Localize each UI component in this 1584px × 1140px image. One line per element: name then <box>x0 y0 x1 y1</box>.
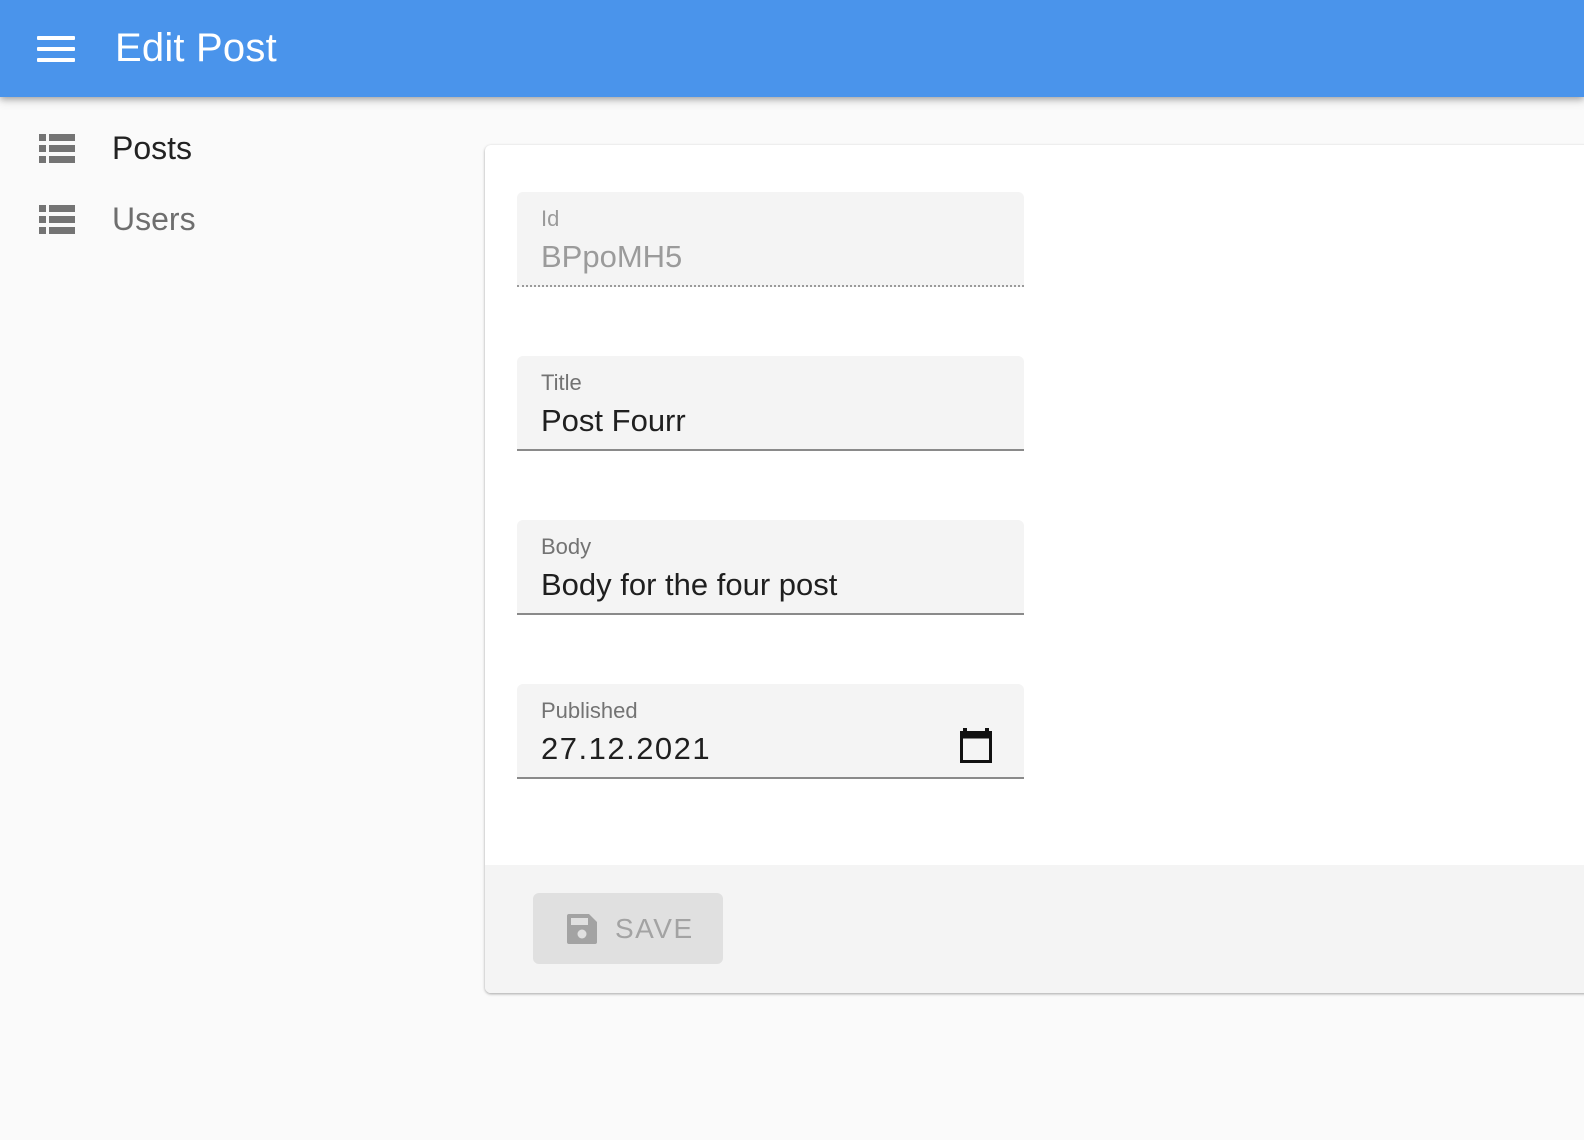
form-toolbar: SAVE <box>485 865 1584 993</box>
published-field-label: Published <box>541 698 638 723</box>
published-field[interactable]: Published <box>517 684 1024 779</box>
list-icon <box>39 204 75 234</box>
list-icon <box>39 133 75 163</box>
sidebar-item-posts[interactable]: Posts <box>0 113 470 184</box>
body-input[interactable] <box>541 567 961 603</box>
page-title: Edit Post <box>115 26 277 70</box>
save-button[interactable]: SAVE <box>533 893 723 964</box>
sidebar-item-label: Posts <box>112 130 193 166</box>
sidebar-item-users[interactable]: Users <box>0 184 470 255</box>
sidebar-item-label: Users <box>112 201 196 237</box>
floppy-disk-icon <box>567 913 597 944</box>
calendar-icon[interactable] <box>960 728 992 764</box>
id-field: Id <box>517 192 1024 287</box>
published-date-input[interactable] <box>541 731 961 767</box>
body-field[interactable]: Body <box>517 520 1024 615</box>
body-field-label: Body <box>541 534 592 559</box>
id-field-label: Id <box>541 206 560 231</box>
title-field-label: Title <box>541 370 582 395</box>
title-input[interactable] <box>541 403 961 439</box>
edit-form-card: Id Title Body Published SAVE <box>485 145 1584 993</box>
hamburger-menu-icon[interactable] <box>37 29 77 69</box>
save-button-label: SAVE <box>615 912 694 944</box>
sidebar: Posts Users <box>0 113 470 255</box>
title-field[interactable]: Title <box>517 356 1024 451</box>
app-bar: Edit Post <box>0 0 1584 97</box>
id-input <box>541 239 961 275</box>
